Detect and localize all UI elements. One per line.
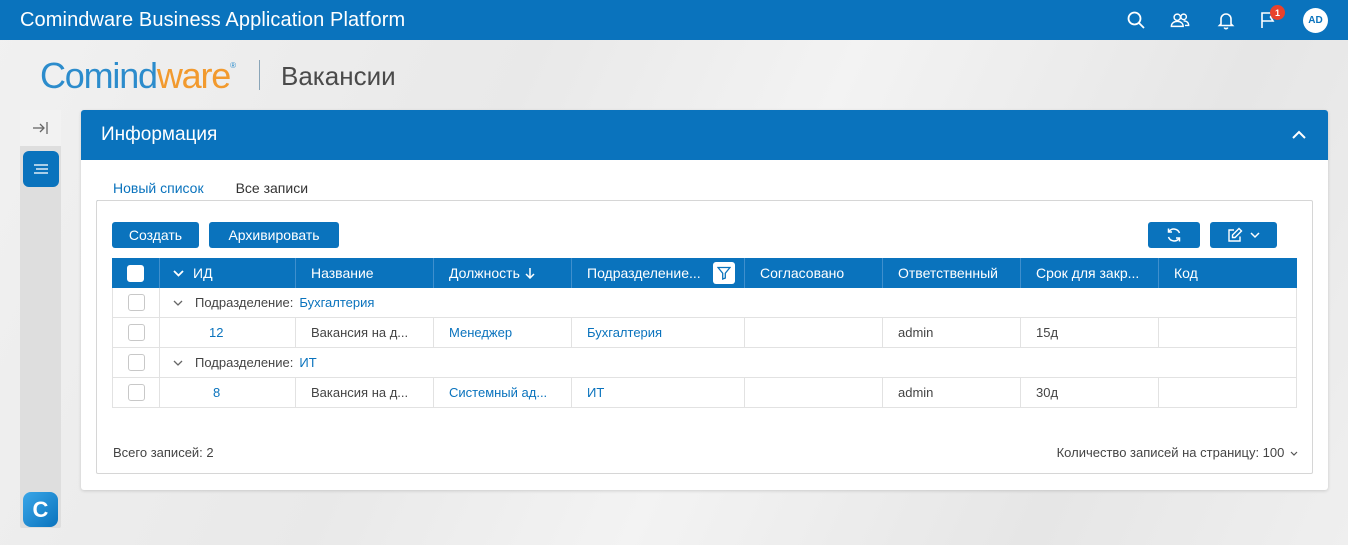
row-checkbox[interactable] [128,384,145,401]
app-title: Comindware Business Application Platform [20,8,406,31]
col-position-label: Должность [449,265,520,281]
list-content: Создать Архивировать ИД Название Должнос… [96,200,1313,474]
avatar[interactable]: AD [1303,8,1328,33]
group-value[interactable]: Бухгалтерия [299,295,374,310]
chevron-down-icon[interactable] [173,300,183,306]
chevron-up-icon[interactable] [1290,126,1308,144]
cell-position[interactable]: Системный ад... [434,378,572,407]
logo-part-2: ware [156,55,231,96]
logo-registered: ® [230,61,236,70]
row-checkbox[interactable] [128,324,145,341]
tab-new-list[interactable]: Новый список [97,174,220,203]
cell-code [1159,378,1295,407]
row-checkbox[interactable] [128,294,145,311]
table-row[interactable]: 8 Вакансия на д... Системный ад... ИТ ad… [112,378,1297,408]
chevron-down-icon[interactable] [173,360,183,366]
chevron-down-icon [173,269,184,277]
logo-part-1: Comind [40,55,158,96]
cell-id[interactable]: 12 [160,318,296,347]
table-row[interactable]: 12 Вакансия на д... Менеджер Бухгалтерия… [112,318,1297,348]
sidebar-app-logo[interactable]: C [23,492,58,527]
col-responsible[interactable]: Ответственный [883,258,1021,288]
menu-lines-icon[interactable] [23,151,59,187]
page-title: Вакансии [281,61,396,91]
search-icon[interactable] [1125,9,1147,31]
table-header: ИД Название Должность Подразделение... С… [112,258,1297,288]
total-records: Всего записей: 2 [113,445,214,460]
cell-approved [745,318,883,347]
create-button[interactable]: Создать [112,222,199,248]
users-icon[interactable] [1169,9,1191,31]
col-department[interactable]: Подразделение... [572,258,745,288]
select-cell [113,318,160,347]
chevron-down-icon [1250,231,1260,238]
refresh-icon [1167,228,1181,242]
cell-deadline: 30д [1021,378,1159,407]
edit-menu-button[interactable] [1210,222,1277,248]
cell-approved [745,378,883,407]
select-cell [113,348,160,377]
select-all-cell [112,258,160,288]
collapse-arrow-icon[interactable] [20,110,61,146]
group-row[interactable]: Подразделение: ИТ [112,348,1297,378]
chevron-down-icon [1290,451,1298,456]
cell-code [1159,318,1295,347]
col-responsible-label: Ответственный [898,265,998,281]
group-label-cell: Подразделение: Бухгалтерия [160,288,1296,317]
select-cell [113,288,160,317]
col-deadline-label: Срок для закр... [1036,265,1140,281]
refresh-button[interactable] [1148,222,1200,248]
comindware-logo: Comindware® [40,55,236,97]
group-label: Подразделение: [195,295,294,310]
panel-header: Информация [81,110,1328,160]
records-table: ИД Название Должность Подразделение... С… [112,258,1297,408]
panel-title: Информация [101,124,218,145]
sort-arrow-down-icon [525,268,535,279]
group-row[interactable]: Подразделение: Бухгалтерия [112,288,1297,318]
select-all-checkbox[interactable] [127,264,144,282]
cell-name: Вакансия на д... [296,318,434,347]
filter-icon[interactable] [713,262,735,284]
logo-separator [259,60,260,90]
col-id[interactable]: ИД [160,258,296,288]
col-approved-label: Согласовано [760,265,845,281]
col-name[interactable]: Название [296,258,434,288]
group-label: Подразделение: [195,355,294,370]
col-deadline[interactable]: Срок для закр... [1021,258,1159,288]
flag-icon[interactable]: 1 [1257,5,1285,31]
cell-name: Вакансия на д... [296,378,434,407]
cell-position[interactable]: Менеджер [434,318,572,347]
select-cell [113,378,160,407]
bell-icon[interactable] [1215,9,1237,31]
col-department-label: Подразделение... [587,265,701,281]
info-panel: Информация Новый список Все записи Созда… [81,110,1328,490]
col-code-label: Код [1174,265,1198,281]
group-label-cell: Подразделение: ИТ [160,348,1296,377]
col-approved[interactable]: Согласовано [745,258,883,288]
archive-button[interactable]: Архивировать [209,222,339,248]
cell-responsible: admin [883,318,1021,347]
cell-deadline: 15д [1021,318,1159,347]
cell-department[interactable]: ИТ [572,378,745,407]
cell-responsible: admin [883,378,1021,407]
cell-department[interactable]: Бухгалтерия [572,318,745,347]
left-sidebar: C [20,110,61,528]
cell-id[interactable]: 8 [160,378,296,407]
page-size-selector[interactable]: Количество записей на страницу: 100 [1057,445,1298,460]
col-code[interactable]: Код [1159,258,1297,288]
edit-icon [1228,227,1243,242]
tab-all-records[interactable]: Все записи [220,174,324,203]
col-id-label: ИД [193,265,213,281]
group-value[interactable]: ИТ [299,355,316,370]
notification-badge: 1 [1270,5,1285,20]
col-position[interactable]: Должность [434,258,572,288]
page-size-label: Количество записей на страницу: 100 [1056,445,1285,460]
row-checkbox[interactable] [128,354,145,371]
col-name-label: Название [311,265,374,281]
